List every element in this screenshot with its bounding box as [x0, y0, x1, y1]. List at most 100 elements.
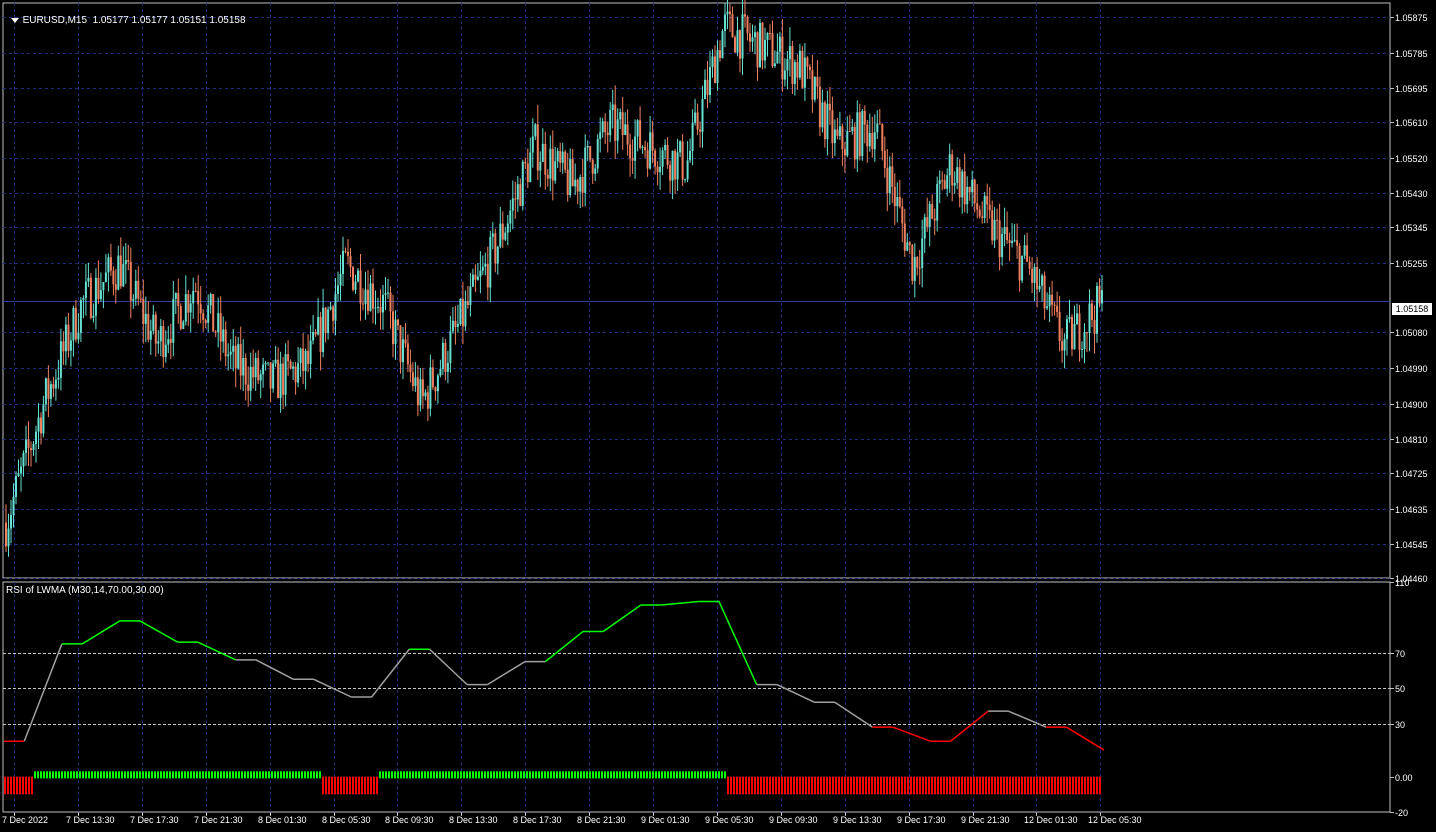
- candle-body: [274, 359, 277, 364]
- candle-body: [234, 345, 237, 369]
- candle-body: [716, 50, 719, 84]
- rsi-histogram-bar: [736, 776, 738, 795]
- rsi-histogram-bar: [253, 771, 255, 779]
- candle-body: [659, 166, 662, 173]
- rsi-histogram-bar: [1024, 776, 1026, 795]
- candle-body: [674, 151, 677, 180]
- candle-body: [94, 277, 97, 316]
- candle-body: [224, 329, 227, 357]
- rsi-histogram-bar: [826, 776, 828, 795]
- rsi-histogram-bar: [160, 771, 162, 779]
- candle-body: [79, 299, 82, 333]
- candle-body: [309, 340, 312, 364]
- rsi-histogram-bar: [865, 776, 867, 795]
- candle-body: [377, 306, 379, 308]
- rsi-histogram-bar: [991, 776, 993, 795]
- candle-body: [871, 133, 874, 150]
- candle-body: [342, 250, 344, 274]
- candle-body: [162, 326, 165, 357]
- candle-body: [456, 323, 459, 327]
- candle-body: [806, 57, 809, 67]
- candle-body: [471, 274, 474, 287]
- rsi-histogram-bar: [97, 771, 99, 779]
- candle-body: [976, 203, 979, 210]
- rsi-histogram-bar: [28, 776, 30, 795]
- rsi-histogram-bar: [451, 771, 453, 779]
- candle-body: [561, 151, 564, 163]
- rsi-histogram-bar: [1093, 776, 1095, 795]
- rsi-histogram-bar: [676, 771, 678, 779]
- candle-body: [312, 332, 315, 341]
- chart-canvas: [2, 0, 1394, 816]
- candle-body: [1101, 290, 1103, 304]
- candle-body: [876, 123, 879, 133]
- candle-body: [349, 255, 352, 268]
- candle-body: [1096, 286, 1098, 334]
- candle-body: [491, 233, 494, 237]
- rsi-histogram-bar: [301, 771, 303, 779]
- rsi-histogram-bar: [670, 771, 672, 779]
- rsi-histogram-bar: [784, 776, 786, 795]
- candle-body: [963, 171, 966, 205]
- candle-body: [761, 22, 764, 61]
- candle-body: [392, 311, 394, 345]
- rsi-histogram-bar: [58, 771, 60, 779]
- candle-body: [421, 379, 424, 397]
- main-pane-border: [2, 2, 1391, 579]
- rsi-histogram-bar: [814, 776, 816, 795]
- candle-body: [272, 363, 275, 389]
- rsi-histogram-bar: [637, 771, 639, 779]
- indicator-label: 70: [1395, 648, 1406, 659]
- rsi-histogram-bar: [601, 771, 603, 779]
- candle-body: [87, 277, 90, 282]
- candle-body: [389, 292, 392, 312]
- candle-body: [651, 132, 654, 151]
- candle-body: [813, 76, 816, 100]
- candle-body: [27, 439, 30, 449]
- rsi-histogram-bar: [418, 771, 420, 779]
- candle-body: [67, 324, 70, 351]
- candle-body: [559, 151, 562, 163]
- candle-body: [529, 152, 532, 183]
- candle-body: [64, 324, 67, 352]
- collapse-triangle-icon[interactable]: [10, 17, 19, 23]
- candle-body: [773, 63, 776, 67]
- rsi-histogram-bar: [1036, 776, 1038, 795]
- rsi-histogram-bar: [370, 776, 372, 795]
- candle-body: [724, 14, 726, 31]
- rsi-histogram-bar: [847, 776, 849, 795]
- candle-body: [54, 379, 57, 389]
- indicator-label: 0.00: [1395, 772, 1413, 783]
- candle-body: [646, 150, 649, 169]
- rsi-histogram-bar: [46, 771, 48, 779]
- candle-body: [244, 358, 247, 385]
- candle-body: [379, 306, 382, 313]
- rsi-histogram-bar: [649, 771, 651, 779]
- candle-body: [926, 217, 929, 227]
- rsi-histogram-bar: [820, 776, 822, 795]
- price-label: 1.04635: [1395, 504, 1428, 515]
- candle-body: [1046, 306, 1049, 309]
- candle-body: [439, 368, 442, 376]
- candle-body: [139, 298, 142, 300]
- candle-body: [958, 167, 961, 198]
- candle-body: [831, 110, 834, 144]
- candle-body: [177, 292, 180, 306]
- candle-body: [329, 306, 332, 310]
- candle-body: [798, 50, 801, 78]
- rsi-histogram-bar: [1045, 776, 1047, 795]
- rsi-histogram-bar: [508, 771, 510, 779]
- rsi-histogram-bar: [505, 771, 507, 779]
- rsi-histogram-bar: [874, 776, 876, 795]
- candle-body: [424, 392, 427, 397]
- candle-body: [631, 158, 634, 161]
- rsi-histogram-bar: [196, 771, 198, 779]
- candle-body: [192, 290, 195, 304]
- candle-body: [132, 298, 135, 301]
- rsi-histogram-bar: [202, 771, 204, 779]
- candle-body: [1033, 267, 1036, 283]
- rsi-histogram-bar: [961, 776, 963, 795]
- candle-body: [299, 348, 302, 363]
- time-label: 9 Dec 09:30: [769, 815, 818, 825]
- candle-body: [861, 111, 864, 157]
